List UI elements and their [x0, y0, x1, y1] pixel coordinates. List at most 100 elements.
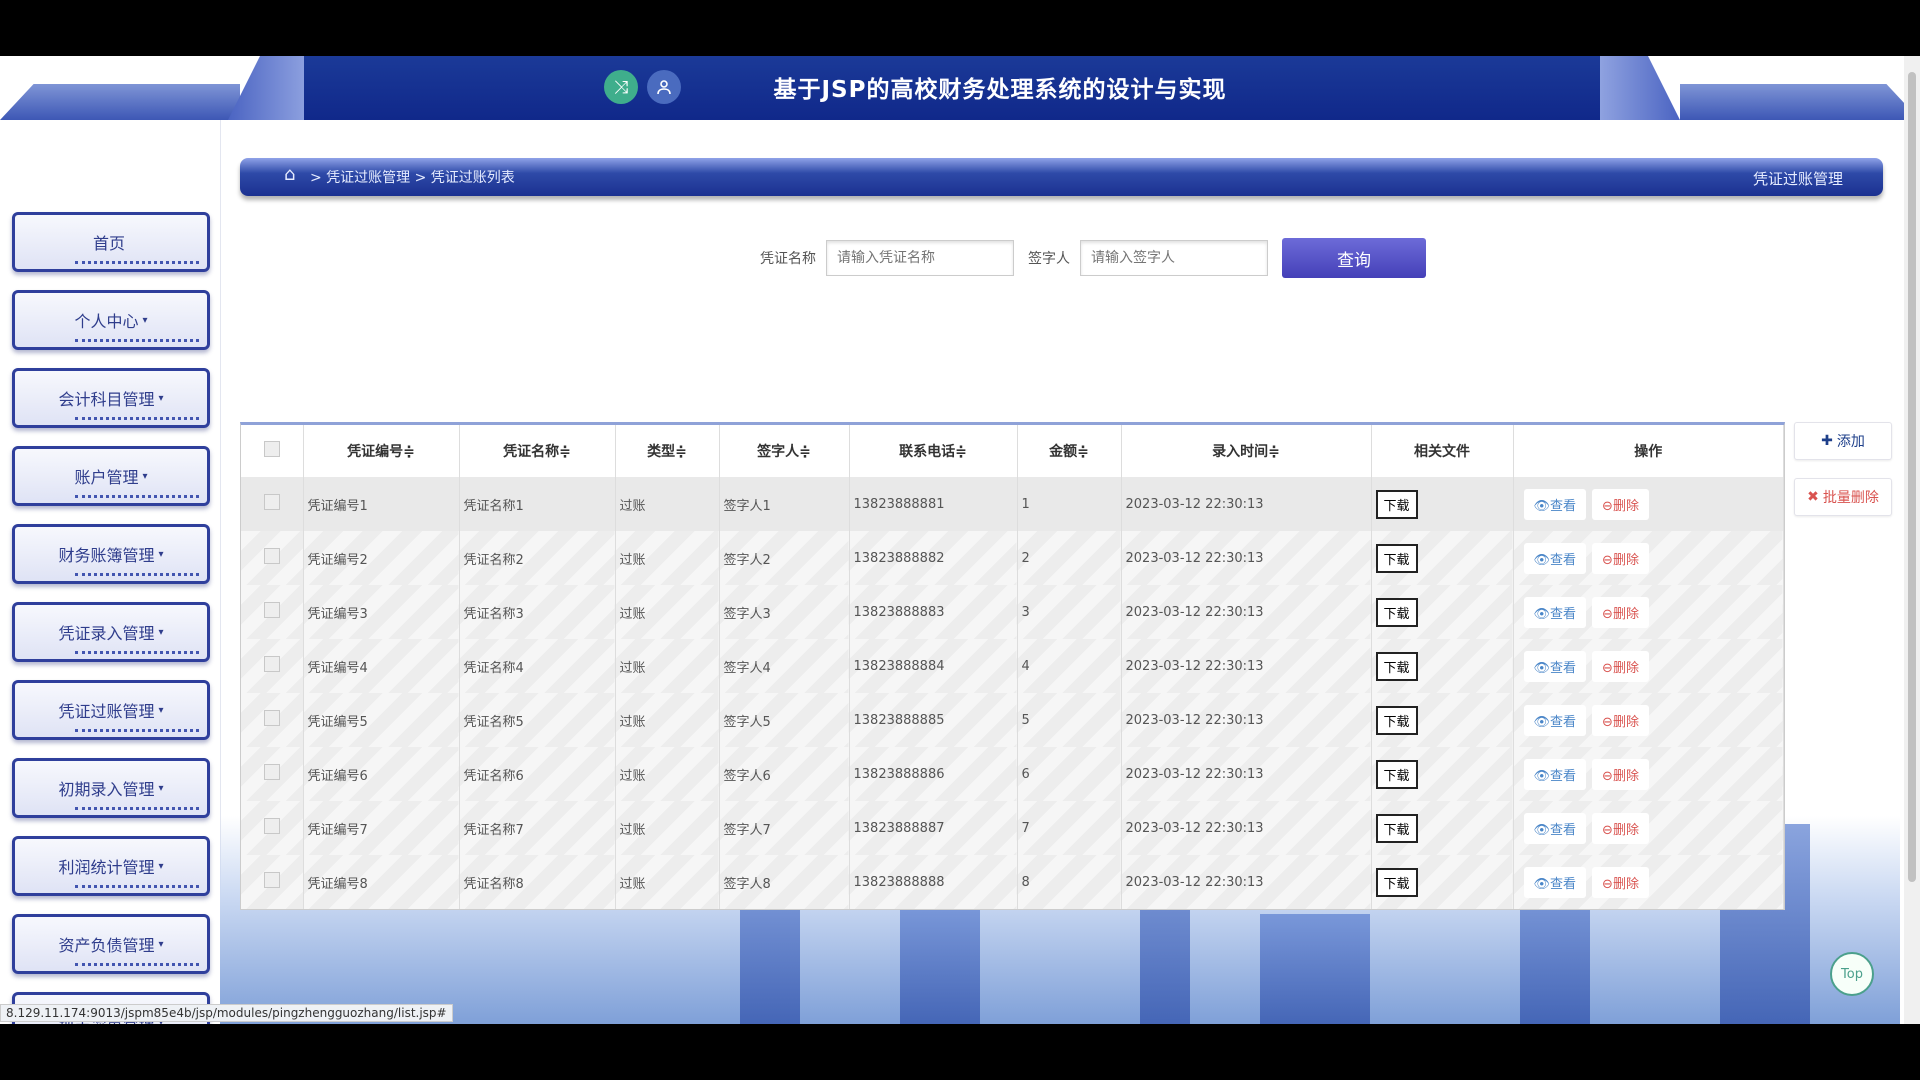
- view-button[interactable]: 👁查看: [1523, 866, 1587, 898]
- select-all-checkbox[interactable]: [263, 441, 280, 457]
- view-button[interactable]: 👁查看: [1523, 758, 1587, 790]
- sidebar-item-voucher-posting[interactable]: 凭证过账管理 ▾: [12, 680, 210, 740]
- sidebar-item-voucher-entry[interactable]: 凭证录入管理 ▾: [12, 602, 210, 662]
- back-to-top-button[interactable]: Top: [1830, 952, 1874, 996]
- sidebar-item-home[interactable]: 首页: [12, 212, 210, 272]
- signer-input[interactable]: [1080, 240, 1268, 276]
- delete-button[interactable]: ⊖删除: [1592, 596, 1649, 628]
- table-row: 凭证编号5 凭证名称5 过账 签字人5 13823888885 5 2023-03-12 2…: [241, 693, 1784, 747]
- download-button[interactable]: 下载: [1375, 705, 1418, 735]
- cell-time: 2023-03-12 22:30:13: [1121, 639, 1372, 693]
- table-row: 凭证编号8 凭证名称8 过账 签字人8 13823888888 8 2023-03-12 2…: [241, 855, 1784, 909]
- cell-files: 下载: [1371, 801, 1514, 855]
- cell-code: 凭证编号5: [303, 693, 460, 747]
- view-button[interactable]: 👁查看: [1523, 488, 1587, 520]
- download-button[interactable]: 下载: [1375, 759, 1418, 789]
- batch-delete-button[interactable]: ✖ 批量删除: [1794, 478, 1892, 516]
- download-button[interactable]: 下载: [1375, 651, 1418, 681]
- minus-circle-icon: ⊖: [1602, 876, 1613, 892]
- sidebar-item-profit-stats[interactable]: 利润统计管理 ▾: [12, 836, 210, 896]
- delete-button[interactable]: ⊖删除: [1592, 866, 1649, 898]
- view-button[interactable]: 👁查看: [1523, 812, 1587, 844]
- column-header-code[interactable]: 凭证编号≑: [303, 425, 460, 477]
- delete-button[interactable]: ⊖删除: [1592, 704, 1649, 736]
- query-button[interactable]: 查询: [1282, 238, 1426, 278]
- menu-decoration: [75, 336, 199, 342]
- row-checkbox[interactable]: [263, 710, 280, 726]
- sidebar-item-accounts[interactable]: 账户管理 ▾: [12, 446, 210, 506]
- scrollbar[interactable]: [1904, 56, 1920, 1024]
- cell-files: 下载: [1371, 585, 1514, 639]
- view-button[interactable]: 👁查看: [1523, 704, 1587, 736]
- cell-amount: 2: [1017, 531, 1122, 585]
- header-wing-left-inner: [228, 56, 308, 120]
- cell-time: 2023-03-12 22:30:13: [1121, 477, 1372, 531]
- delete-button[interactable]: ⊖删除: [1592, 812, 1649, 844]
- sidebar-item-accounting-subjects[interactable]: 会计科目管理 ▾: [12, 368, 210, 428]
- row-checkbox[interactable]: [263, 656, 280, 672]
- download-button[interactable]: 下载: [1375, 597, 1418, 627]
- column-header-type[interactable]: 类型≑: [615, 425, 720, 477]
- row-checkbox-cell: [241, 855, 304, 909]
- eye-icon: 👁: [1533, 822, 1551, 838]
- sidebar-item-initial-entry[interactable]: 初期录入管理 ▾: [12, 758, 210, 818]
- cell-amount: 3: [1017, 585, 1122, 639]
- delete-button[interactable]: ⊖删除: [1592, 488, 1649, 520]
- download-button[interactable]: 下载: [1375, 867, 1418, 897]
- row-checkbox-cell: [241, 639, 304, 693]
- minus-circle-icon: ⊖: [1602, 714, 1613, 730]
- column-header-amount[interactable]: 金额≑: [1017, 425, 1122, 477]
- cell-amount: 8: [1017, 855, 1122, 909]
- cell-name: 凭证名称4: [459, 639, 616, 693]
- delete-button[interactable]: ⊖删除: [1592, 542, 1649, 574]
- delete-button[interactable]: ⊖删除: [1592, 650, 1649, 682]
- download-button[interactable]: 下载: [1375, 489, 1418, 519]
- cell-signer: 签字人7: [719, 801, 850, 855]
- row-checkbox[interactable]: [263, 494, 280, 510]
- column-header-phone[interactable]: 联系电话≑: [849, 425, 1018, 477]
- cell-amount: 7: [1017, 801, 1122, 855]
- top-header: ⤨ 基于JSP的高校财务处理系统的设计与实现: [0, 56, 1920, 120]
- delete-button[interactable]: ⊖删除: [1592, 758, 1649, 790]
- column-header-signer[interactable]: 签字人≑: [719, 425, 850, 477]
- cell-signer: 签字人8: [719, 855, 850, 909]
- cell-phone: 13823888882: [849, 531, 1018, 585]
- view-button[interactable]: 👁查看: [1523, 542, 1587, 574]
- row-checkbox[interactable]: [263, 764, 280, 780]
- sidebar-item-label: 会计科目管理: [58, 390, 155, 409]
- column-header-name[interactable]: 凭证名称≑: [459, 425, 616, 477]
- row-checkbox[interactable]: [263, 602, 280, 618]
- column-header-time[interactable]: 录入时间≑: [1121, 425, 1372, 477]
- view-button[interactable]: 👁查看: [1523, 650, 1587, 682]
- breadcrumb-path[interactable]: > 凭证过账管理 > 凭证过账列表: [310, 167, 515, 187]
- voucher-name-input[interactable]: [826, 240, 1014, 276]
- cell-actions: 👁查看 ⊖删除: [1513, 531, 1784, 585]
- scrollbar-thumb[interactable]: [1908, 72, 1916, 882]
- home-icon[interactable]: ⌂: [284, 164, 295, 185]
- cell-signer: 签字人2: [719, 531, 850, 585]
- sidebar-item-balance-sheet[interactable]: 资产负债管理 ▾: [12, 914, 210, 974]
- voucher-name-label: 凭证名称: [760, 251, 816, 267]
- user-icon[interactable]: [647, 70, 681, 104]
- plus-icon: ✚: [1821, 433, 1833, 449]
- cell-amount: 4: [1017, 639, 1122, 693]
- cell-type: 过账: [615, 585, 720, 639]
- view-button[interactable]: 👁查看: [1523, 596, 1587, 628]
- cell-type: 过账: [615, 855, 720, 909]
- sidebar-item-ledgers[interactable]: 财务账簿管理 ▾: [12, 524, 210, 584]
- row-checkbox[interactable]: [263, 872, 280, 888]
- download-button[interactable]: 下载: [1375, 543, 1418, 573]
- chevron-down-icon: ▾: [158, 392, 164, 404]
- cell-actions: 👁查看 ⊖删除: [1513, 477, 1784, 531]
- sidebar-item-personal-center[interactable]: 个人中心 ▾: [12, 290, 210, 350]
- chevron-down-icon: ▾: [158, 782, 164, 794]
- cell-signer: 签字人1: [719, 477, 850, 531]
- shuffle-icon[interactable]: ⤨: [604, 70, 638, 104]
- row-checkbox[interactable]: [263, 548, 280, 564]
- row-checkbox[interactable]: [263, 818, 280, 834]
- cell-phone: 13823888885: [849, 693, 1018, 747]
- cell-files: 下载: [1371, 855, 1514, 909]
- sidebar-item-label: 利润统计管理: [58, 858, 155, 877]
- add-button[interactable]: ✚ 添加: [1794, 422, 1892, 460]
- download-button[interactable]: 下载: [1375, 813, 1418, 843]
